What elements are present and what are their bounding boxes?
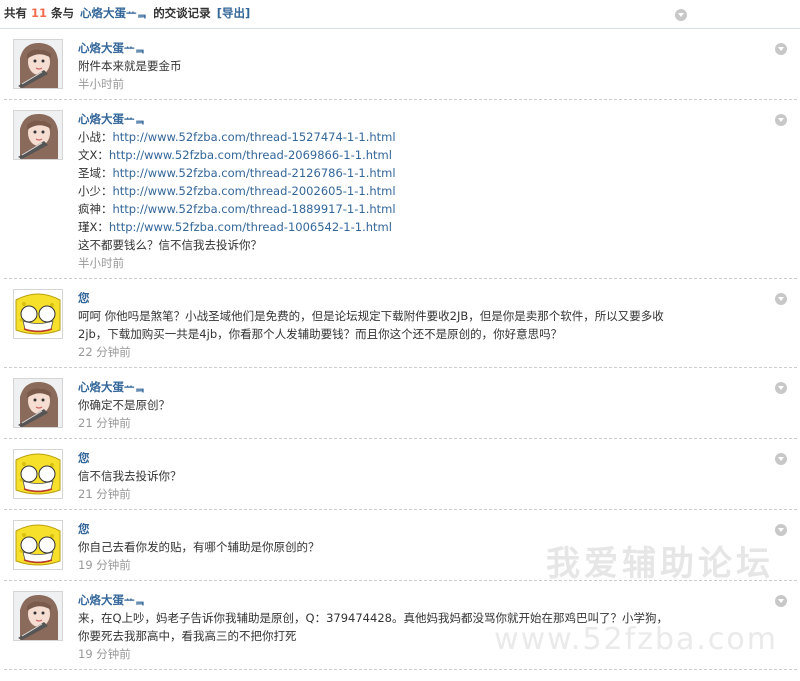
link-label: 瑾X： <box>78 220 109 234</box>
watermark-url: www.52fzba.com <box>494 622 778 657</box>
link-line: 瑾X：http://www.52fzba.com/thread-1006542-… <box>78 218 707 236</box>
message-menu-icon[interactable] <box>775 43 787 55</box>
message-item: 心烙大蛋ᅭᆿ 小战：http://www.52fzba.com/thread-15… <box>4 100 797 279</box>
author-name[interactable]: 心烙大蛋ᅭᆿ <box>78 378 707 396</box>
message-text: 2jb，下载加购买一共是4jb，你看那个人发辅助要钱？而且你这个还不是原创的，你… <box>78 327 563 341</box>
message-menu-icon[interactable] <box>775 293 787 305</box>
message-menu-icon[interactable] <box>775 453 787 465</box>
conversation-header: 共有 11 条与 心烙大蛋ᅭᆿ 的交谈记录 [导出] <box>0 0 800 29</box>
thread-link[interactable]: http://www.52fzba.com/thread-1889917-1-1… <box>113 202 396 216</box>
link-line: 小少：http://www.52fzba.com/thread-2002605-… <box>78 182 707 200</box>
message-text: 信不信我去投诉你？ <box>78 469 182 483</box>
thread-link[interactable]: http://www.52fzba.com/thread-1006542-1-1… <box>109 220 392 234</box>
message-item: 您呵呵 你他吗是煞笔？小战圣域他们是免费的，但是论坛规定下载附件要收2JB，但是… <box>4 279 797 368</box>
message-menu-icon[interactable] <box>775 382 787 394</box>
header-prefix: 共有 <box>4 6 27 20</box>
message-text: 呵呵 你他吗是煞笔？小战圣域他们是免费的，但是论坛规定下载附件要收2JB，但是你… <box>78 309 664 323</box>
message-menu-icon[interactable] <box>775 524 787 536</box>
avatar[interactable] <box>13 289 63 339</box>
link-label: 小少： <box>78 184 113 198</box>
link-line: 小战：http://www.52fzba.com/thread-1527474-… <box>78 128 707 146</box>
link-line: 圣域：http://www.52fzba.com/thread-2126786-… <box>78 164 707 182</box>
avatar[interactable] <box>13 591 63 641</box>
message-time: 21 分钟前 <box>78 487 131 501</box>
message-item: 心烙大蛋ᅭᆿ 附件本来就是要金币 半小时前 <box>4 29 797 100</box>
collapse-all-icon[interactable] <box>675 9 687 21</box>
thread-link[interactable]: http://www.52fzba.com/thread-2002605-1-1… <box>113 184 396 198</box>
message-time: 21 分钟前 <box>78 416 131 430</box>
avatar[interactable] <box>13 449 63 499</box>
link-label: 小战： <box>78 130 113 144</box>
message-body: 心烙大蛋ᅭᆿ 附件本来就是要金币 半小时前 <box>78 29 797 99</box>
message-body: 您呵呵 你他吗是煞笔？小战圣域他们是免费的，但是论坛规定下载附件要收2JB，但是… <box>78 279 797 367</box>
partner-name-link[interactable]: 心烙大蛋ᅭᆿ <box>80 6 147 20</box>
message-time: 半小时前 <box>78 77 124 91</box>
message-menu-icon[interactable] <box>775 595 787 607</box>
author-name[interactable]: 您 <box>78 449 707 467</box>
message-count: 11 <box>31 6 48 20</box>
thread-link[interactable]: http://www.52fzba.com/thread-2069866-1-1… <box>109 148 392 162</box>
avatar[interactable] <box>13 39 63 89</box>
link-label: 疯神： <box>78 202 113 216</box>
link-line: 疯神：http://www.52fzba.com/thread-1889917-… <box>78 200 707 218</box>
message-menu-icon[interactable] <box>775 114 787 126</box>
message-text: 这不都要钱么？信不信我去投诉你？ <box>78 238 262 252</box>
message-text: 附件本来就是要金币 <box>78 59 182 73</box>
message-item: 心烙大蛋ᅭᆿ 你确定不是原创？ 21 分钟前 <box>4 368 797 439</box>
export-button[interactable]: [导出] <box>217 6 251 20</box>
message-item: 您信不信我去投诉你？ 21 分钟前 <box>4 439 797 510</box>
header-middle: 条与 <box>51 6 75 20</box>
link-line: 文X：http://www.52fzba.com/thread-2069866-… <box>78 146 707 164</box>
avatar[interactable] <box>13 520 63 570</box>
message-time: 半小时前 <box>78 256 124 270</box>
header-suffix: 的交谈记录 <box>153 6 211 20</box>
author-name[interactable]: 心烙大蛋ᅭᆿ <box>78 591 707 609</box>
message-body: 心烙大蛋ᅭᆿ 你确定不是原创？ 21 分钟前 <box>78 368 797 438</box>
watermark-title: 我爱辅助论坛 <box>546 544 774 584</box>
link-label: 文X： <box>78 148 109 162</box>
thread-link[interactable]: http://www.52fzba.com/thread-2126786-1-1… <box>113 166 396 180</box>
message-text: 你确定不是原创？ <box>78 398 170 412</box>
message-body: 您信不信我去投诉你？ 21 分钟前 <box>78 439 797 509</box>
link-label: 圣域： <box>78 166 113 180</box>
message-body: 心烙大蛋ᅭᆿ 小战：http://www.52fzba.com/thread-15… <box>78 100 797 278</box>
thread-link[interactable]: http://www.52fzba.com/thread-1527474-1-1… <box>113 130 396 144</box>
avatar[interactable] <box>13 110 63 160</box>
avatar[interactable] <box>13 378 63 428</box>
author-name[interactable]: 您 <box>78 289 707 307</box>
author-name[interactable]: 心烙大蛋ᅭᆿ <box>78 39 707 57</box>
message-time: 22 分钟前 <box>78 345 131 359</box>
author-name[interactable]: 心烙大蛋ᅭᆿ <box>78 110 707 128</box>
